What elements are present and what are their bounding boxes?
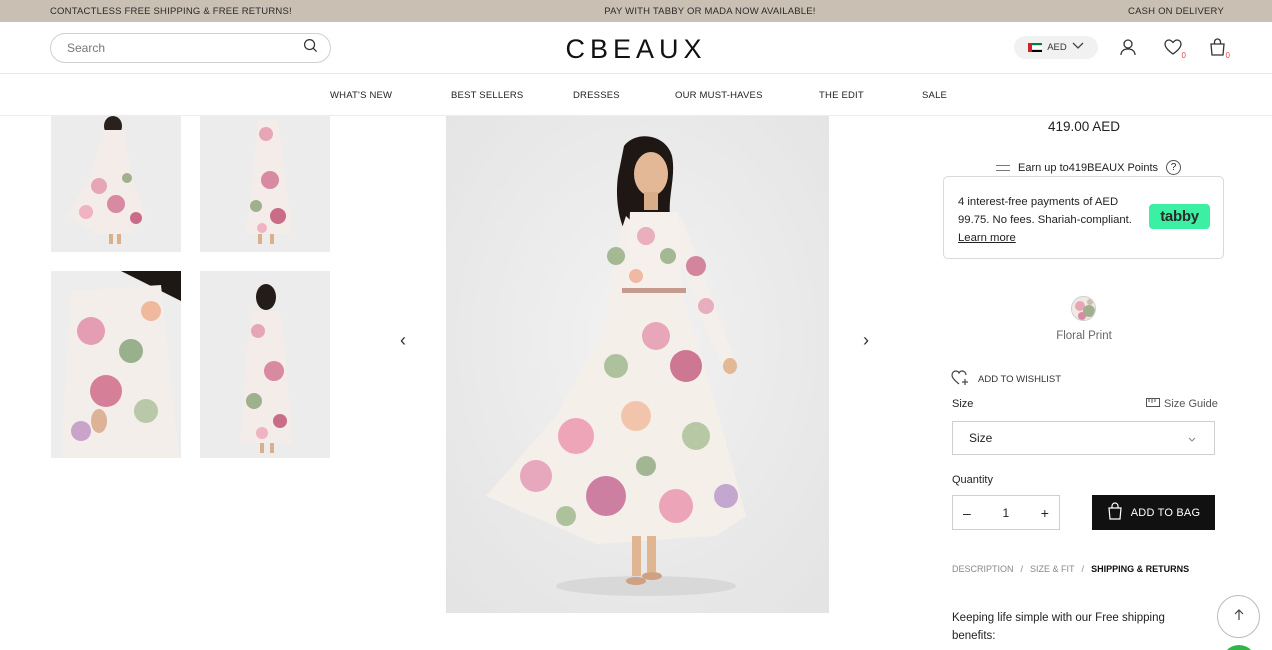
learn-more-link[interactable]: Learn more	[958, 232, 1016, 244]
back-to-top-button[interactable]	[1217, 595, 1260, 638]
tab-description[interactable]: DESCRIPTION	[952, 564, 1014, 574]
tab-size-fit[interactable]: SIZE & FIT	[1030, 564, 1075, 574]
add-to-bag-button[interactable]: ADD TO BAG	[1092, 495, 1215, 530]
uae-flag-icon	[1028, 43, 1043, 52]
size-guide-label: Size Guide	[1164, 398, 1218, 410]
add-to-bag-label: ADD TO BAG	[1130, 506, 1201, 519]
dress-photo-thumbnail	[51, 271, 181, 458]
shopping-bag-icon[interactable]: 0	[1206, 36, 1230, 60]
points-icon	[996, 164, 1010, 171]
wishlist-count-badge: 0	[1181, 51, 1186, 60]
tabby-text: 4 interest-free payments of AED 99.75. N…	[958, 193, 1133, 247]
bag-count-badge: 0	[1225, 51, 1230, 60]
tab-separator: /	[1081, 564, 1085, 574]
size-guide-link[interactable]: Size Guide	[1146, 398, 1218, 410]
site-header: CBEAUX AED 0 0	[0, 22, 1272, 74]
dress-photo-thumbnail	[51, 116, 181, 252]
currency-code: AED	[1047, 42, 1067, 53]
arrow-up-icon	[1234, 609, 1244, 624]
chat-bubble-icon[interactable]	[1222, 645, 1256, 650]
gallery-next-arrow[interactable]: ›	[863, 330, 869, 351]
account-icon[interactable]	[1117, 36, 1139, 58]
product-thumbnail[interactable]	[200, 271, 330, 458]
points-text: Earn up to419BEAUX Points	[1018, 161, 1159, 174]
quantity-stepper: – 1 +	[952, 495, 1060, 530]
currency-selector[interactable]: AED	[1014, 36, 1098, 59]
nav-item-must-haves[interactable]: OUR MUST-HAVES	[675, 90, 763, 101]
wishlist-heart-icon[interactable]: 0	[1162, 36, 1186, 60]
size-label: Size	[952, 398, 974, 410]
color-swatch-floral[interactable]	[1071, 296, 1096, 321]
announcement-right: CASH ON DELIVERY	[1128, 5, 1224, 17]
product-thumbnail[interactable]	[51, 116, 181, 252]
tab-separator: /	[1020, 564, 1024, 574]
help-icon[interactable]: ?	[1166, 160, 1182, 175]
nav-item-best-sellers[interactable]: BEST SELLERS	[451, 90, 523, 101]
dress-photo-thumbnail	[200, 116, 330, 252]
tab-shipping-returns[interactable]: SHIPPING & RETURNS	[1091, 564, 1189, 574]
gallery-prev-arrow[interactable]: ‹	[400, 330, 406, 351]
announcement-left: CONTACTLESS FREE SHIPPING & FREE RETURNS…	[50, 5, 292, 17]
bag-plus-icon	[1107, 502, 1123, 523]
heart-plus-icon	[951, 370, 970, 389]
quantity-value[interactable]: 1	[1002, 506, 1009, 520]
tabby-logo: tabby	[1149, 204, 1210, 229]
chevron-down-icon	[1188, 431, 1196, 445]
add-to-wishlist-button[interactable]: ADD TO WISHLIST	[951, 370, 1061, 389]
product-info-tabs: DESCRIPTION / SIZE & FIT / SHIPPING & RE…	[952, 564, 1189, 574]
product-thumbnail[interactable]	[200, 116, 330, 252]
dress-photo-main	[446, 116, 829, 613]
announcement-bar: CONTACTLESS FREE SHIPPING & FREE RETURNS…	[0, 0, 1272, 22]
ruler-icon	[1146, 398, 1160, 410]
quantity-decrease-button[interactable]: –	[963, 505, 971, 521]
product-price: 419.00 AED	[1047, 119, 1121, 134]
nav-item-whats-new[interactable]: WHAT'S NEW	[330, 90, 392, 101]
size-select[interactable]: Size	[952, 421, 1215, 455]
nav-item-the-edit[interactable]: THE EDIT	[819, 90, 864, 101]
shipping-description: Keeping life simple with our Free shippi…	[952, 612, 1165, 642]
main-product-image[interactable]	[446, 116, 829, 613]
size-select-value: Size	[969, 431, 993, 445]
tabby-widget: 4 interest-free payments of AED 99.75. N…	[943, 176, 1224, 259]
color-label: Floral Print	[1056, 330, 1112, 342]
nav-item-sale[interactable]: SALE	[922, 90, 947, 101]
quantity-label: Quantity	[952, 474, 993, 486]
tabby-installment-text: 4 interest-free payments of AED 99.75. N…	[958, 196, 1132, 226]
quantity-increase-button[interactable]: +	[1041, 505, 1049, 521]
floral-swatch-icon	[1072, 297, 1095, 320]
announcement-center: PAY WITH TABBY OR MADA NOW AVAILABLE!	[604, 5, 816, 17]
chevron-down-icon	[1072, 42, 1084, 53]
nav-item-dresses[interactable]: DRESSES	[573, 90, 620, 101]
product-thumbnail[interactable]	[51, 271, 181, 458]
wishlist-label: ADD TO WISHLIST	[978, 374, 1062, 385]
loyalty-points: Earn up to419BEAUX Points ?	[996, 160, 1182, 175]
dress-photo-thumbnail	[200, 271, 330, 458]
main-nav: WHAT'S NEW BEST SELLERS DRESSES OUR MUST…	[0, 75, 1272, 116]
